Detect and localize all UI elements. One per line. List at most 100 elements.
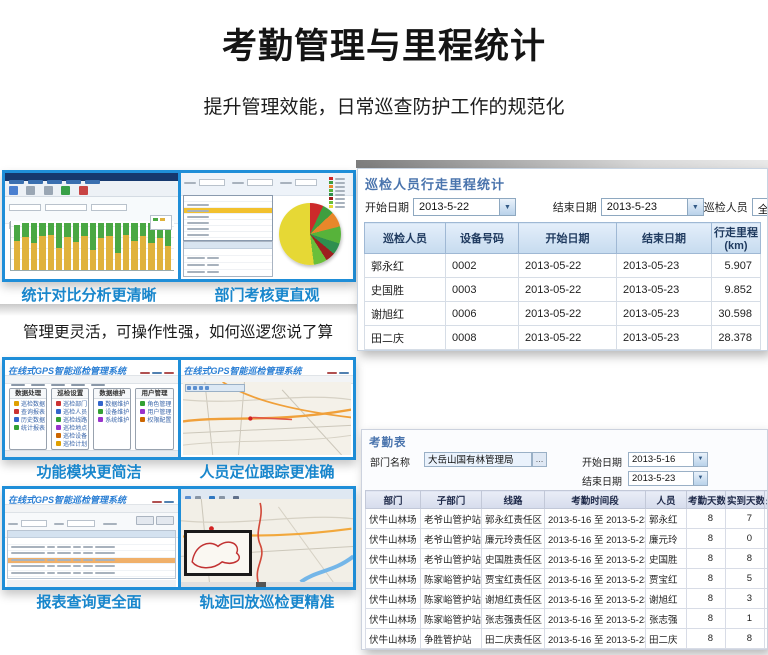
feature-panel-modules-map: 在线式GPS智能巡检管理系统 数据处理巡检数据查询报表历史数据统计报表巡检设置巡… bbox=[2, 357, 356, 460]
start-date-dropdown[interactable]: 2013-5-16 ▼ bbox=[628, 452, 708, 467]
browse-button[interactable]: … bbox=[532, 452, 547, 467]
cell: 7 bbox=[726, 509, 765, 529]
module-panel-title: 数据处理 bbox=[10, 389, 46, 399]
column-header: 人员 bbox=[646, 491, 687, 509]
dept-input[interactable]: 大岳山国有林管理局 bbox=[424, 452, 532, 467]
column-header: 实到天数 bbox=[726, 491, 765, 509]
stacked-bar bbox=[73, 221, 79, 270]
toolbar-icon bbox=[61, 186, 70, 195]
cell: 史国胜 bbox=[365, 278, 446, 302]
legend-label-bar bbox=[335, 190, 345, 192]
end-date-dropdown[interactable]: 2013-5-23 ▼ bbox=[601, 198, 704, 216]
stacked-bar bbox=[31, 221, 37, 270]
end-date-label: 结束日期 bbox=[553, 199, 597, 215]
green-segment bbox=[115, 223, 121, 252]
start-date-label: 开始日期 bbox=[365, 199, 409, 215]
cell: 老爷山管护站 bbox=[421, 509, 482, 529]
chart-legend bbox=[150, 215, 172, 230]
tracking-map bbox=[183, 382, 352, 455]
cell: 田二庆 bbox=[646, 629, 687, 649]
yellow-segment bbox=[73, 242, 79, 270]
column-header: 结束日期 bbox=[617, 223, 712, 254]
module-item-label: 统计报表 bbox=[21, 423, 45, 432]
screenshot-modules-window: 在线式GPS智能巡检管理系统 数据处理巡检数据查询报表历史数据统计报表巡检设置巡… bbox=[5, 360, 178, 457]
shadow-band bbox=[0, 304, 358, 316]
cell: 2013-5-16 至 2013-5-23 bbox=[545, 509, 646, 529]
module-item-icon bbox=[56, 425, 61, 430]
cell: 3 bbox=[765, 569, 768, 589]
cell: 陈家峪管护站 bbox=[421, 569, 482, 589]
table-row: 史国胜00032013-05-222013-05-239.852 bbox=[365, 278, 761, 302]
legend-swatch bbox=[329, 205, 333, 208]
cell: 伏牛山林场 bbox=[366, 549, 421, 569]
module-panel: 数据处理巡检数据查询报表历史数据统计报表 bbox=[9, 388, 47, 450]
module-item-icon bbox=[56, 433, 61, 438]
cell: 8 bbox=[687, 609, 726, 629]
end-date-dropdown[interactable]: 2013-5-23 ▼ bbox=[628, 471, 708, 486]
yellow-segment bbox=[106, 236, 112, 270]
stacked-bar bbox=[115, 221, 121, 270]
stacked-bar bbox=[98, 221, 104, 270]
cell: 伏牛山林场 bbox=[366, 649, 421, 651]
caption-playback: 轨迹回放巡检更精准 bbox=[178, 591, 356, 612]
column-header: 设备号码 bbox=[446, 223, 519, 254]
chevron-down-icon[interactable]: ▼ bbox=[693, 453, 707, 466]
module-item-icon bbox=[98, 409, 103, 414]
module-item[interactable]: 统计报表 bbox=[10, 423, 46, 431]
module-item-icon bbox=[14, 401, 19, 406]
legend-swatch bbox=[329, 201, 333, 204]
legend-label-bar bbox=[335, 194, 345, 196]
cell: 陈家峪管护站 bbox=[421, 609, 482, 629]
module-item-label: 系统维护 bbox=[105, 415, 129, 424]
cell: 谢旭红 bbox=[365, 302, 446, 326]
chevron-down-icon[interactable]: ▼ bbox=[499, 199, 515, 215]
column-header: 考勤时间段 bbox=[545, 491, 646, 509]
column-header: 线路 bbox=[482, 491, 545, 509]
mileage-filters: 开始日期 2013-5-22 ▼ 结束日期 2013-5-23 ▼ 巡检人员 全… bbox=[365, 198, 761, 216]
chevron-down-icon[interactable]: ▼ bbox=[693, 472, 707, 485]
yellow-segment bbox=[115, 253, 121, 270]
cell: 8 bbox=[687, 549, 726, 569]
stacked-bar bbox=[48, 221, 54, 270]
tagline: 管理更灵活，可操作性强，如何巡逻您说了算 bbox=[0, 320, 356, 342]
menu-bar bbox=[5, 504, 178, 513]
yellow-segment bbox=[39, 236, 45, 270]
green-segment bbox=[98, 223, 104, 238]
titlebar-links bbox=[151, 493, 175, 504]
pie-legend bbox=[329, 177, 351, 209]
mileage-panel: 巡检人员行走里程统计 开始日期 2013-5-22 ▼ 结束日期 2013-5-… bbox=[357, 168, 768, 351]
attendance-title: 考勤表 bbox=[369, 434, 767, 450]
column-header: 考勤天数 bbox=[687, 491, 726, 509]
start-date-dropdown[interactable]: 2013-5-22 ▼ bbox=[413, 198, 516, 216]
green-segment bbox=[140, 223, 146, 236]
cell: 贾宝红责任区 bbox=[482, 569, 545, 589]
person-dropdown[interactable]: 全部 bbox=[752, 198, 768, 216]
app-title: 在线式GPS智能巡检管理系统 bbox=[8, 495, 126, 504]
cell: 争胜管护站 bbox=[421, 649, 482, 651]
green-segment bbox=[64, 223, 70, 237]
cell: 郭永红 bbox=[646, 509, 687, 529]
stacked-bar bbox=[56, 221, 62, 270]
green-segment bbox=[73, 223, 79, 242]
app-titlebar: 在线式GPS智能巡检管理系统 bbox=[5, 360, 178, 375]
cell: 2013-05-22 bbox=[519, 254, 617, 278]
column-header: 开始日期 bbox=[519, 223, 617, 254]
module-item-icon bbox=[140, 401, 145, 406]
caption-pie: 部门考核更直观 bbox=[178, 284, 356, 305]
module-item-icon bbox=[14, 417, 19, 422]
horizontal-scrollbar[interactable] bbox=[181, 582, 354, 587]
module-item-icon bbox=[56, 401, 61, 406]
module-item[interactable]: 巡检计划 bbox=[52, 439, 88, 447]
chevron-down-icon[interactable]: ▼ bbox=[687, 199, 703, 215]
green-segment bbox=[123, 223, 129, 235]
screenshot-department-pie-window bbox=[181, 173, 354, 279]
scrollbar-thumb[interactable] bbox=[256, 582, 266, 587]
header-row: 部门子部门线路考勤时间段人员考勤天数实到天数未到天数备注 bbox=[366, 491, 768, 509]
cell: 赵建强责任区 bbox=[482, 649, 545, 651]
stacked-bar bbox=[39, 221, 45, 270]
cell: 2013-05-23 bbox=[617, 302, 712, 326]
cell: 2013-05-22 bbox=[519, 278, 617, 302]
module-item[interactable]: 权限配置 bbox=[136, 415, 172, 423]
module-item[interactable]: 系统维护 bbox=[94, 415, 130, 423]
person-label: 巡检人员 bbox=[704, 199, 748, 215]
